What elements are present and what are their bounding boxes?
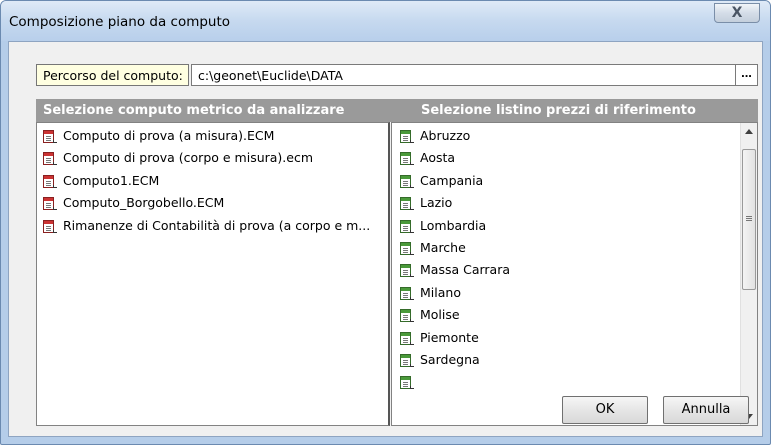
dialog-window: Composizione piano da computo X Percorso… bbox=[0, 0, 771, 445]
computo-item-label: Computo1.ECM bbox=[63, 172, 160, 188]
green-document-icon bbox=[400, 309, 414, 323]
scroll-up-arrow-icon[interactable] bbox=[745, 129, 753, 134]
listino-item-label: Aosta bbox=[420, 150, 456, 166]
listino-list-item[interactable]: Molise bbox=[398, 304, 757, 326]
computo-item-label: Computo_Borgobello.ECM bbox=[63, 195, 225, 211]
listino-list-item[interactable]: Campania bbox=[398, 170, 757, 192]
listino-list-item[interactable]: Lazio bbox=[398, 192, 757, 214]
red-document-icon bbox=[43, 219, 57, 233]
computo-list-item[interactable]: Rimanenze di Contabilità di prova (a cor… bbox=[41, 215, 388, 237]
red-document-icon bbox=[43, 130, 57, 143]
green-document-icon bbox=[400, 197, 414, 211]
close-icon: X bbox=[731, 5, 743, 21]
path-input[interactable]: c:\geonet\Euclide\DATA bbox=[191, 64, 736, 86]
listino-list-item[interactable]: Sardegna bbox=[398, 349, 757, 371]
computo-item-label: Rimanenze di Contabilità di prova (a cor… bbox=[63, 217, 371, 233]
listino-item-label: Milano bbox=[420, 284, 461, 300]
computo-item-label: Computo di prova (corpo e misura).ecm bbox=[63, 150, 314, 166]
computo-list[interactable]: Computo di prova (a misura).ECM Computo … bbox=[36, 122, 390, 426]
green-document-icon bbox=[400, 130, 414, 143]
ok-button[interactable]: OK bbox=[562, 396, 648, 424]
window-title: Composizione piano da computo bbox=[9, 14, 231, 30]
green-document-icon bbox=[400, 264, 414, 278]
close-button[interactable]: X bbox=[714, 3, 760, 23]
listino-item-label: Lazio bbox=[420, 195, 453, 211]
computo-list-item[interactable]: Computo1.ECM bbox=[41, 170, 388, 192]
listino-item-label: Lombardia bbox=[420, 217, 487, 233]
listino-list-item[interactable]: Milano bbox=[398, 282, 757, 304]
computo-list-item[interactable]: Computo_Borgobello.ECM bbox=[41, 192, 388, 214]
green-document-icon bbox=[400, 331, 414, 345]
listino-list-item[interactable]: Piemonte bbox=[398, 327, 757, 349]
red-document-icon bbox=[43, 197, 57, 211]
path-label: Percorso del computo: bbox=[36, 64, 189, 86]
green-document-icon bbox=[400, 241, 414, 255]
listino-item-label: Campania bbox=[420, 172, 484, 188]
browse-button[interactable]: ... bbox=[736, 64, 758, 86]
computo-list-item[interactable]: Computo di prova (corpo e misura).ecm bbox=[41, 147, 388, 169]
listino-item-label: Sardegna bbox=[420, 351, 480, 367]
red-document-icon bbox=[43, 174, 57, 188]
listino-item-label: Abruzzo bbox=[420, 128, 471, 143]
computo-list-item[interactable]: Computo di prova (a misura).ECM bbox=[41, 125, 388, 147]
listino-list-item[interactable]: Abruzzo bbox=[398, 125, 757, 147]
listino-list-item[interactable] bbox=[398, 371, 757, 393]
green-document-icon bbox=[400, 353, 414, 367]
listino-list-item[interactable]: Massa Carrara bbox=[398, 259, 757, 281]
listino-list-item[interactable]: Marche bbox=[398, 237, 757, 259]
red-document-icon bbox=[43, 152, 57, 166]
computo-item-label: Computo di prova (a misura).ECM bbox=[63, 128, 275, 143]
green-document-icon bbox=[400, 286, 414, 300]
listino-scrollbar[interactable] bbox=[740, 123, 757, 425]
green-document-icon bbox=[400, 219, 414, 233]
scrollbar-thumb[interactable] bbox=[742, 149, 756, 290]
listino-item-label: Massa Carrara bbox=[420, 262, 511, 278]
computo-list-header: Selezione computo metrico da analizzare bbox=[36, 99, 391, 122]
green-document-icon bbox=[400, 174, 414, 188]
dialog-client-area: Percorso del computo: c:\geonet\Euclide\… bbox=[8, 41, 763, 437]
cancel-button[interactable]: Annulla bbox=[663, 396, 749, 424]
listino-list-item[interactable]: Lombardia bbox=[398, 215, 757, 237]
listino-list-item[interactable]: Aosta bbox=[398, 147, 757, 169]
listino-list-header: Selezione listino prezzi di riferimento bbox=[391, 99, 758, 122]
listino-item-label: Molise bbox=[420, 307, 460, 323]
title-bar: Composizione piano da computo X bbox=[1, 1, 770, 41]
green-document-icon bbox=[400, 376, 414, 390]
listino-item-label: Marche bbox=[420, 239, 466, 255]
green-document-icon bbox=[400, 152, 414, 166]
listino-item-label: Piemonte bbox=[420, 329, 479, 345]
listino-list[interactable]: Abruzzo Aosta Campania Lazio Lombardia M… bbox=[391, 122, 758, 426]
